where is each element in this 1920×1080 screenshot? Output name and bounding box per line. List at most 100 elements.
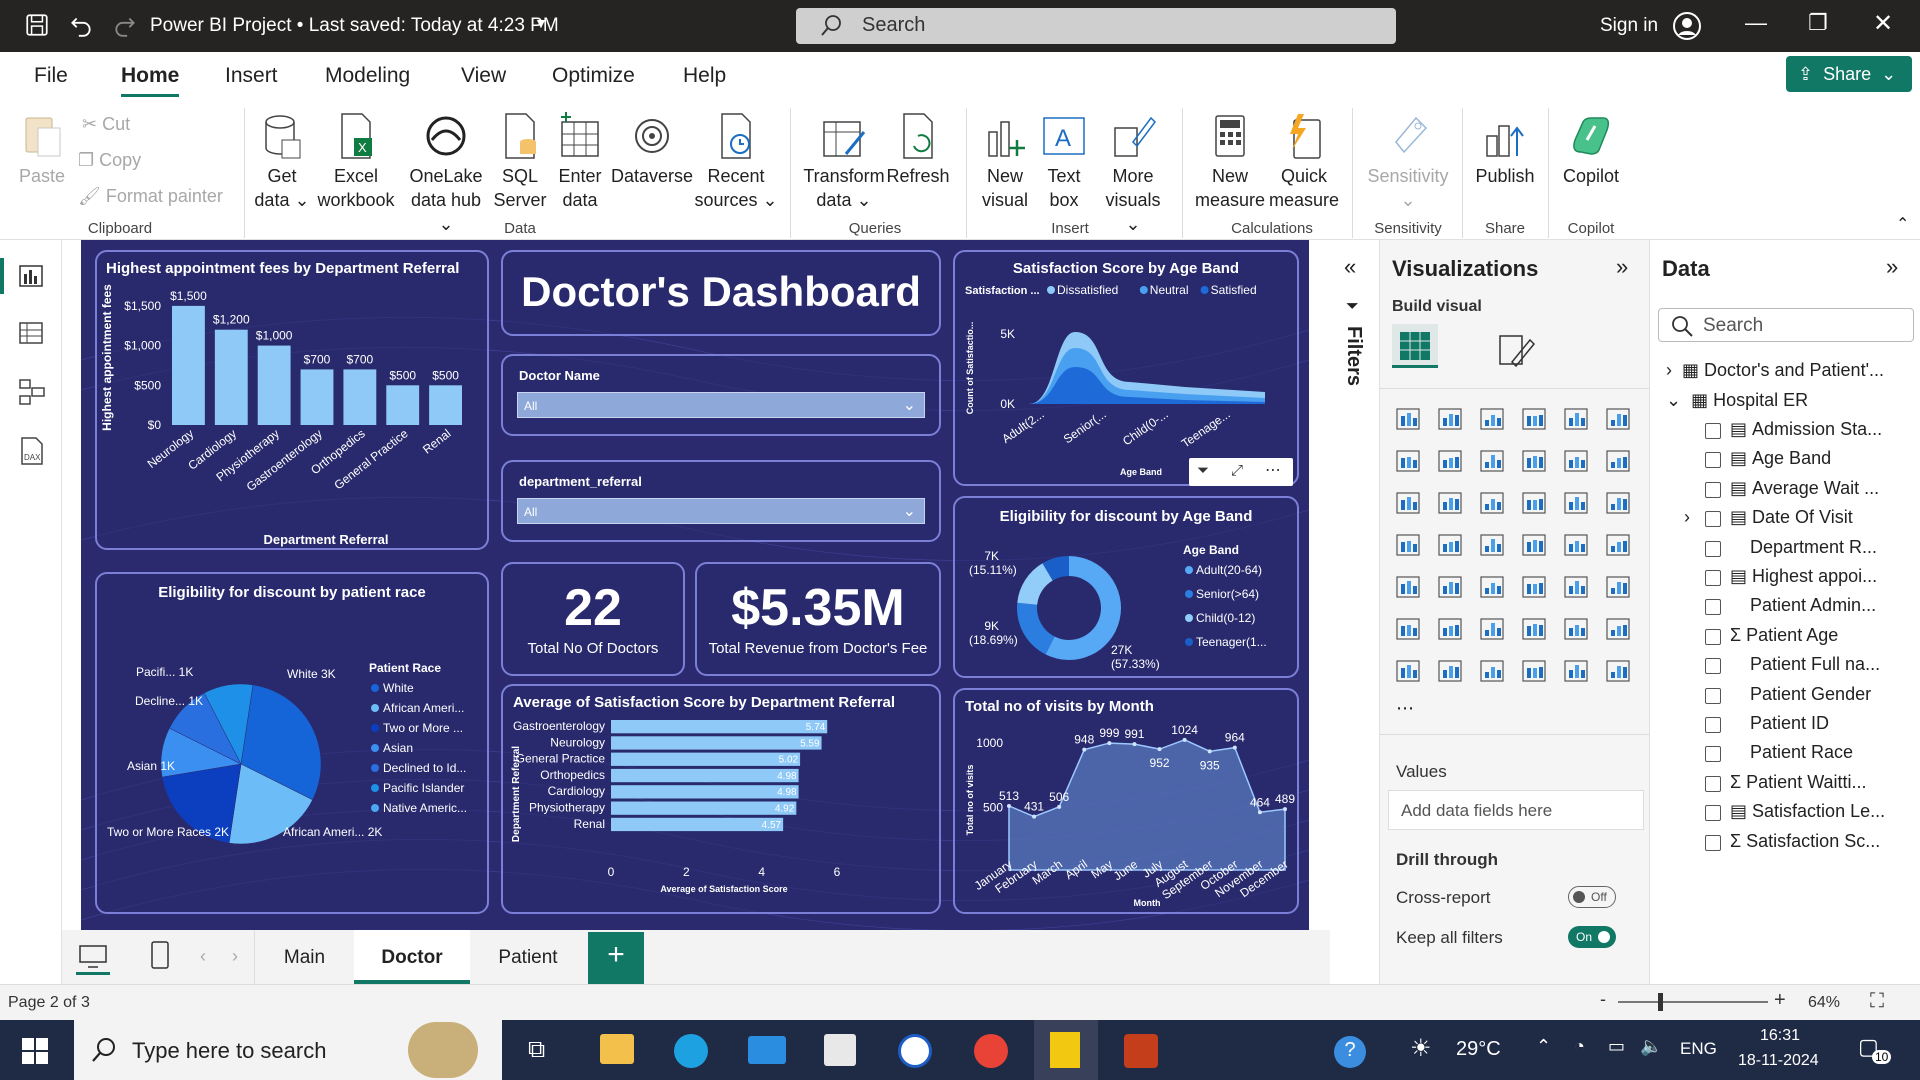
search-input[interactable]: Search <box>796 8 1396 44</box>
store-icon[interactable] <box>824 1034 856 1066</box>
field-item[interactable]: ▤ Satisfaction Le... <box>1730 801 1885 822</box>
tab-doctor[interactable]: Doctor <box>354 930 470 984</box>
zoom-out-icon[interactable]: - <box>1600 989 1606 1010</box>
more-visuals-ellipsis-icon[interactable]: ⋯ <box>1396 698 1414 719</box>
field-checkbox[interactable] <box>1705 599 1721 616</box>
collapse-viz-icon[interactable]: » <box>1616 254 1628 280</box>
field-checkbox[interactable] <box>1705 570 1721 586</box>
new-measure-button[interactable]: New measure <box>1194 112 1266 212</box>
kpi-doctors-card[interactable]: 22 Total No Of Doctors <box>501 562 685 676</box>
field-checkbox[interactable] <box>1705 717 1721 733</box>
recent-sources-button[interactable]: Recent sources ⌄ <box>694 112 778 212</box>
values-drop-zone[interactable]: Add data fields here <box>1388 790 1644 830</box>
filter-icon[interactable]: ⏷ <box>1197 462 1209 479</box>
field-checkbox[interactable] <box>1705 687 1721 704</box>
zoom-in-icon[interactable]: + <box>1774 989 1786 1012</box>
field-checkbox[interactable] <box>1705 658 1721 675</box>
field-checkbox[interactable] <box>1705 481 1721 498</box>
chrome-icon[interactable] <box>974 1034 1008 1068</box>
decomp-tree-visual-icon[interactable] <box>1478 614 1508 644</box>
restore-icon[interactable]: ❐ <box>1808 10 1828 36</box>
field-checkbox[interactable] <box>1705 805 1721 822</box>
table-view-icon[interactable] <box>18 320 44 346</box>
field-item[interactable]: Patient Gender <box>1730 684 1871 705</box>
power-apps-visual-icon[interactable] <box>1478 656 1508 686</box>
fees-bar-card[interactable]: Highest appointment fees by Department R… <box>95 250 489 550</box>
copy-button[interactable]: ❐ Copy <box>78 148 141 172</box>
onelake-button[interactable]: OneLake data hub ⌄ <box>404 112 488 236</box>
waterfall-visual-icon[interactable] <box>1562 446 1592 476</box>
matrix-visual-icon[interactable] <box>1562 572 1592 602</box>
key-influencers-visual-icon[interactable] <box>1436 614 1466 644</box>
menu-file[interactable]: File <box>34 64 68 88</box>
minimize-icon[interactable]: — <box>1745 10 1767 36</box>
power-automate-visual-icon[interactable] <box>1604 656 1634 686</box>
field-item[interactable]: ▤ Date Of Visit <box>1730 507 1853 528</box>
field-item[interactable]: ▤ Highest appoi... <box>1730 566 1877 587</box>
copilot-button[interactable]: Copilot <box>1556 112 1626 188</box>
close-icon[interactable]: ✕ <box>1873 9 1893 38</box>
menu-help[interactable]: Help <box>683 64 726 88</box>
stacked-bar-visual-icon[interactable] <box>1394 404 1424 434</box>
quick-measure-button[interactable]: Quick measure <box>1268 112 1340 212</box>
title-dropdown-icon[interactable]: ▼ <box>534 15 548 31</box>
area-visual-icon[interactable] <box>1436 446 1466 476</box>
column-line-visual-icon[interactable] <box>1436 488 1466 518</box>
zoom-slider-thumb[interactable] <box>1658 993 1663 1011</box>
field-item[interactable]: Patient ID <box>1730 713 1829 734</box>
field-checkbox[interactable] <box>1705 746 1721 763</box>
kpi-visual-icon[interactable] <box>1436 572 1466 602</box>
more-visuals-button[interactable]: More visuals ⌄ <box>1098 112 1168 236</box>
field-checkbox[interactable] <box>1705 834 1721 851</box>
add-page-button[interactable]: + <box>588 932 644 984</box>
line-visual-icon[interactable] <box>1394 446 1424 476</box>
text-box-button[interactable]: A Text box <box>1036 112 1092 212</box>
field-item[interactable]: Patient Race <box>1730 742 1853 763</box>
clustered-column-visual-icon[interactable] <box>1520 404 1550 434</box>
field-item[interactable]: ▤ Age Band <box>1730 448 1831 469</box>
python-visual-icon[interactable] <box>1394 614 1424 644</box>
cut-button[interactable]: ✂ Cut <box>82 112 130 136</box>
edge-icon[interactable] <box>674 1034 708 1068</box>
table-item[interactable]: › ▦ Doctor's and Patient'... <box>1666 360 1884 381</box>
department-slicer-dropdown[interactable]: All ⌄ <box>517 498 925 524</box>
zoom-slider[interactable] <box>1618 1001 1768 1003</box>
diamond-visual-icon[interactable] <box>1562 656 1592 686</box>
table-visual-icon[interactable] <box>1520 572 1550 602</box>
help-icon[interactable]: ? <box>1334 1036 1366 1068</box>
ribbon-visual-icon[interactable] <box>1520 446 1550 476</box>
build-visual-tab[interactable] <box>1392 324 1438 368</box>
menu-home[interactable]: Home <box>121 64 179 88</box>
filled-map-visual-icon[interactable] <box>1478 530 1508 560</box>
line-column-visual-icon[interactable] <box>1394 488 1424 518</box>
field-item[interactable]: Patient Admin... <box>1730 595 1876 616</box>
slicer-visual-icon[interactable] <box>1478 572 1508 602</box>
power-bi-icon[interactable] <box>1050 1032 1080 1068</box>
doctor-slicer-dropdown[interactable]: All ⌄ <box>517 392 925 418</box>
100-bar-visual-icon[interactable] <box>1562 404 1592 434</box>
map-visual-icon[interactable] <box>1436 530 1466 560</box>
table-item[interactable]: ⌄ ▦ Hospital ER <box>1666 390 1808 411</box>
chevron-right-icon[interactable]: › <box>1684 507 1690 528</box>
sensitivity-button[interactable]: Sensitivity ⌄ <box>1358 112 1458 212</box>
scatter-visual-icon[interactable] <box>1520 488 1550 518</box>
taskbar-search[interactable]: Type here to search <box>74 1020 502 1080</box>
field-checkbox[interactable] <box>1705 628 1721 645</box>
enter-data-button[interactable]: Enter data <box>552 112 608 212</box>
arcgis-visual-icon[interactable] <box>1520 656 1550 686</box>
field-item[interactable]: ▤ Admission Sta... <box>1730 419 1882 440</box>
format-visual-icon[interactable] <box>1496 332 1536 368</box>
eligibility-age-card[interactable]: Eligibility for discount by Age Band 27K… <box>953 496 1299 678</box>
prev-page-icon[interactable]: ‹ <box>200 946 206 967</box>
transform-data-button[interactable]: Transform data ⌄ <box>800 112 888 212</box>
field-checkbox[interactable] <box>1705 540 1721 557</box>
paste-button[interactable]: Paste <box>18 112 66 188</box>
next-page-icon[interactable]: › <box>232 946 238 967</box>
stacked-area-visual-icon[interactable] <box>1478 446 1508 476</box>
azure-map-visual-icon[interactable] <box>1520 530 1550 560</box>
menu-view[interactable]: View <box>461 64 506 88</box>
clustered-bar-visual-icon[interactable] <box>1478 404 1508 434</box>
tab-patient[interactable]: Patient <box>470 930 586 984</box>
race-pie-card[interactable]: Eligibility for discount by patient race… <box>95 572 489 914</box>
format-painter-button[interactable]: 🖌 Format painter <box>78 184 223 208</box>
